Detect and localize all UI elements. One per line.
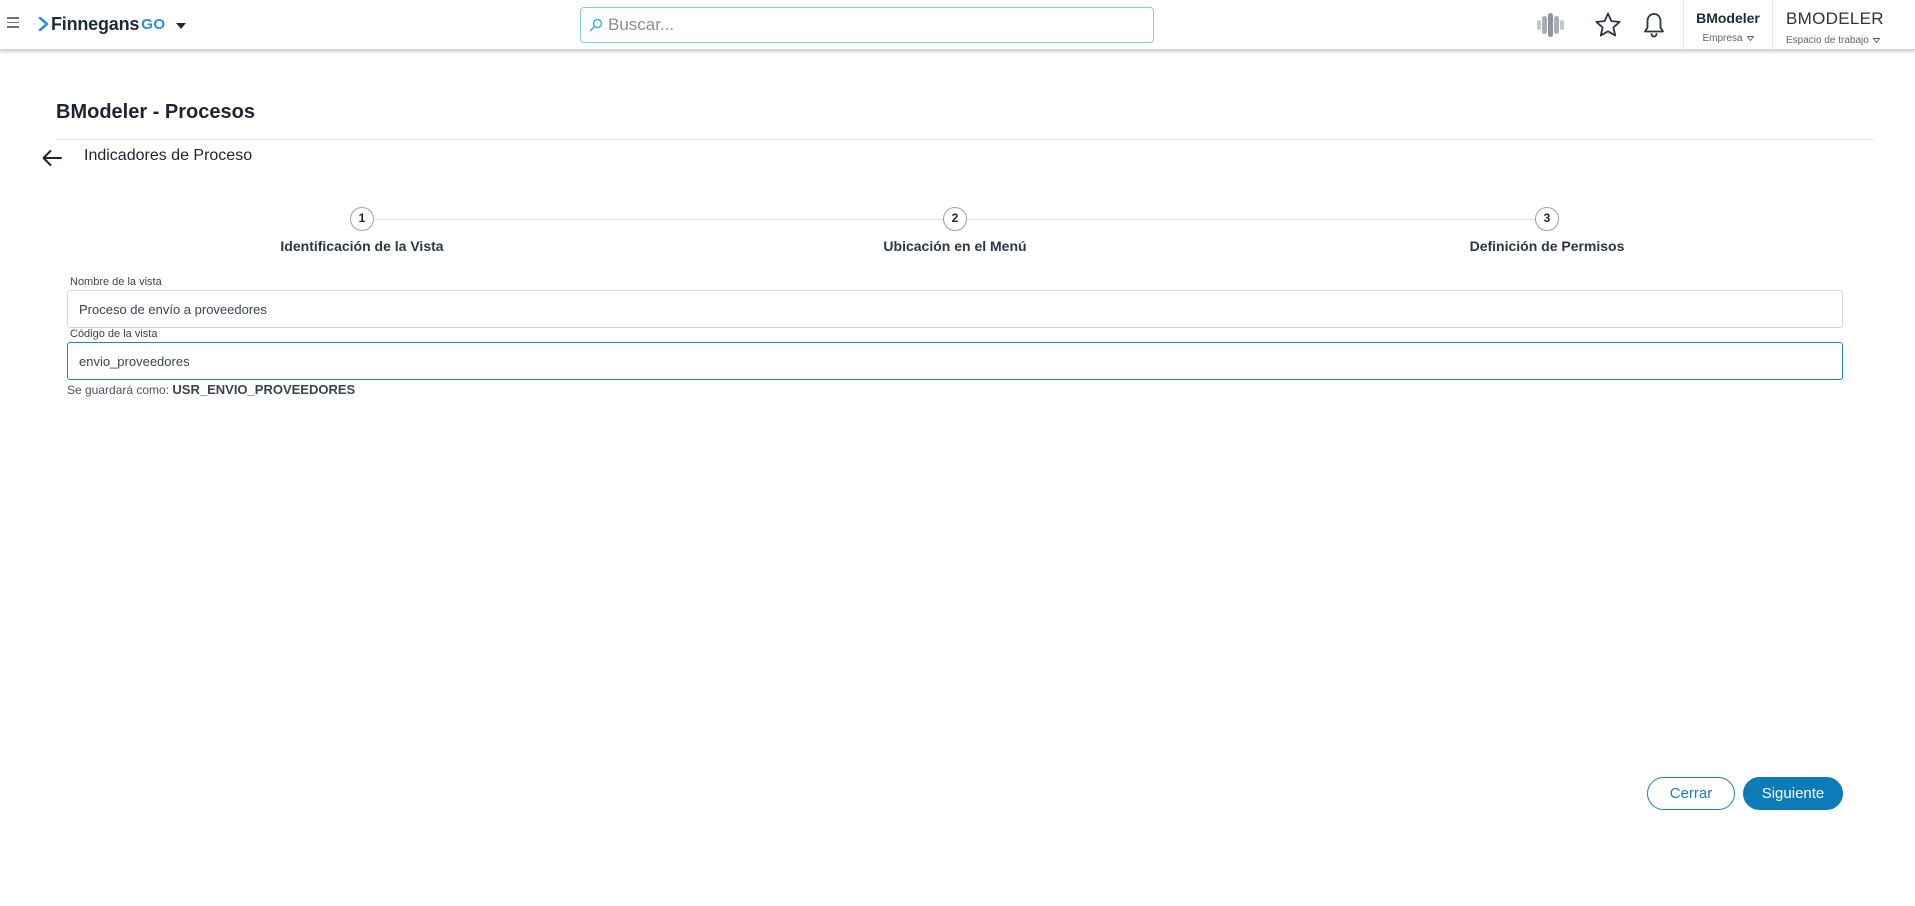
view-code-input[interactable] — [68, 343, 1842, 379]
logo-suffix: GO — [141, 15, 166, 33]
bell-icon[interactable] — [1640, 11, 1668, 39]
step-number: 3 — [1535, 207, 1559, 231]
hint-prefix: Se guardará como: — [67, 383, 170, 397]
name-field[interactable] — [67, 290, 1843, 328]
ai-assistant-icon[interactable] — [1535, 12, 1565, 38]
chevron-down-icon[interactable] — [175, 22, 186, 29]
code-field-label: Código de la vista — [70, 328, 158, 340]
step-number: 2 — [943, 207, 967, 231]
company-label: Empresa — [1702, 33, 1743, 44]
search-icon — [589, 18, 603, 32]
name-field-label: Nombre de la vista — [70, 276, 162, 288]
page-title: BModeler - Procesos — [56, 101, 255, 123]
step-3[interactable]: 3 Definición de Permisos — [1397, 207, 1697, 254]
workspace-label: Espacio de trabajo — [1786, 35, 1869, 46]
search-bar[interactable] — [580, 7, 1154, 43]
top-bar: Finnegans GO BModeler Empresa BMODELER — [0, 0, 1915, 50]
next-button[interactable]: Siguiente — [1743, 777, 1843, 810]
logo-text: Finnegans — [51, 13, 140, 34]
app-logo[interactable]: Finnegans GO — [38, 11, 186, 37]
close-button[interactable]: Cerrar — [1647, 777, 1735, 810]
hint-value: USR_ENVIO_PROVEEDORES — [172, 382, 356, 397]
code-field[interactable] — [67, 342, 1843, 380]
logo-chevron-icon — [38, 17, 49, 31]
divider — [56, 139, 1874, 140]
company-selector[interactable]: BModeler Empresa — [1683, 0, 1772, 50]
step-number: 1 — [350, 207, 374, 231]
save-as-hint: Se guardará como: USR_ENVIO_PROVEEDORES — [67, 382, 355, 397]
caret-down-icon — [1746, 35, 1754, 41]
company-name: BModeler — [1696, 10, 1760, 26]
step-label: Ubicación en el Menú — [883, 238, 1027, 254]
menu-icon[interactable] — [7, 17, 20, 29]
view-name-input[interactable] — [68, 291, 1842, 327]
step-2[interactable]: 2 Ubicación en el Menú — [805, 207, 1105, 254]
workspace-selector[interactable]: BMODELER Espacio de trabajo — [1772, 0, 1915, 50]
step-label: Definición de Permisos — [1469, 238, 1625, 254]
back-arrow-icon[interactable] — [40, 146, 64, 170]
step-label: Identificación de la Vista — [280, 238, 444, 254]
step-1[interactable]: 1 Identificación de la Vista — [212, 207, 512, 254]
caret-down-icon — [1872, 37, 1880, 43]
page-subtitle: Indicadores de Proceso — [84, 147, 253, 164]
search-input[interactable] — [608, 15, 1128, 35]
star-icon[interactable] — [1594, 11, 1622, 39]
workspace-name: BMODELER — [1786, 9, 1884, 28]
